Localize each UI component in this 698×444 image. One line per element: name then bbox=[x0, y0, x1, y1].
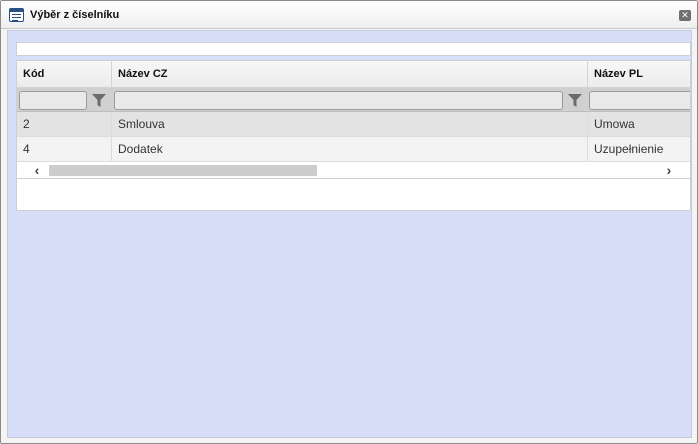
codebook-grid: Kód Název CZ Název PL 2 Smlouva Umowa 4 … bbox=[16, 60, 691, 211]
funnel-icon[interactable] bbox=[568, 94, 582, 107]
table-row[interactable]: 2 Smlouva Umowa bbox=[17, 112, 690, 137]
cell-kod: 4 bbox=[17, 137, 112, 161]
filter-input-nazev-pl[interactable] bbox=[589, 91, 690, 110]
grid-footer bbox=[17, 180, 690, 191]
column-header-nazev-pl[interactable]: Název PL bbox=[588, 61, 690, 88]
dialog-title: Výběr z číselníku bbox=[30, 9, 120, 21]
cell-kod: 2 bbox=[17, 112, 112, 136]
filter-input-nazev-cz[interactable] bbox=[114, 91, 563, 110]
cell-nazev-cz: Dodatek bbox=[112, 137, 588, 161]
grid-filter-row bbox=[17, 88, 690, 112]
list-window-icon bbox=[9, 8, 24, 22]
dialog-content: Kód Název CZ Název PL 2 Smlouva Umowa 4 … bbox=[7, 30, 692, 438]
horizontal-scrollbar[interactable]: ‹ › bbox=[17, 162, 690, 179]
dialog-window: Výběr z číselníku ✕ Kód Název CZ Název P… bbox=[0, 0, 698, 444]
filter-input-kod[interactable] bbox=[19, 91, 87, 110]
funnel-icon[interactable] bbox=[92, 94, 106, 107]
column-header-nazev-cz[interactable]: Název CZ bbox=[112, 61, 588, 88]
grid-toolbar bbox=[16, 42, 691, 56]
table-row[interactable]: 4 Dodatek Uzupełnienie bbox=[17, 137, 690, 162]
cell-nazev-pl: Uzupełnienie bbox=[588, 137, 690, 161]
grid-header-row: Kód Název CZ Název PL bbox=[17, 61, 690, 88]
dialog-titlebar[interactable]: Výběr z číselníku ✕ bbox=[1, 1, 697, 29]
close-icon[interactable]: ✕ bbox=[679, 10, 691, 21]
scroll-right-icon[interactable]: › bbox=[662, 163, 676, 177]
scroll-left-icon[interactable]: ‹ bbox=[30, 163, 44, 177]
scrollbar-thumb[interactable] bbox=[49, 165, 317, 176]
cell-nazev-pl: Umowa bbox=[588, 112, 690, 136]
column-header-kod[interactable]: Kód bbox=[17, 61, 112, 88]
cell-nazev-cz: Smlouva bbox=[112, 112, 588, 136]
